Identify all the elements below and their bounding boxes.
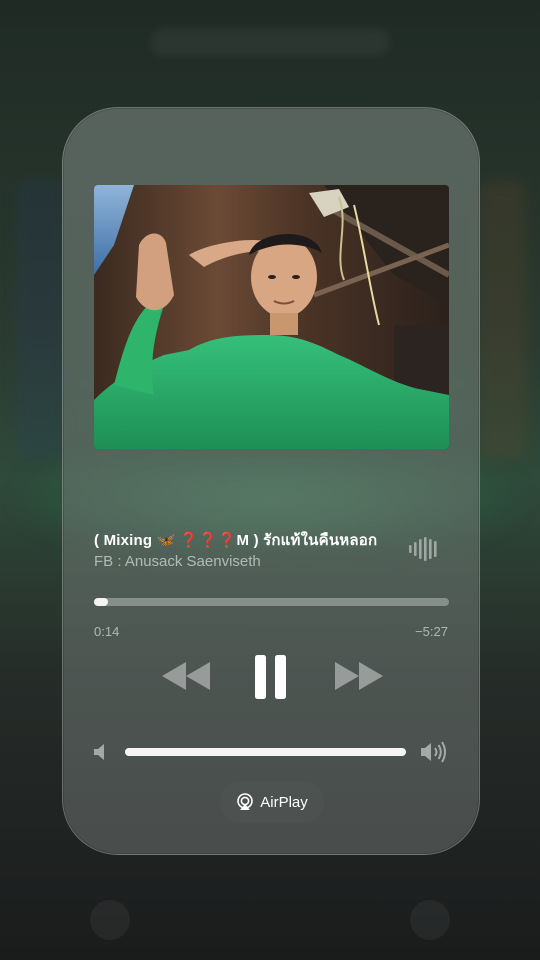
track-title-row: ( Mixing 🦋 ❓❓❓M ) รักแท้ในคืนหลอก: [94, 528, 394, 550]
airplay-label: AirPlay: [260, 793, 308, 811]
background-blurred-tile-right: [478, 180, 526, 460]
album-artwork: [94, 185, 449, 449]
time-elapsed: 0:14: [94, 624, 120, 639]
audio-waveform-icon: [408, 536, 440, 562]
time-remaining: −5:27: [415, 624, 448, 639]
playback-progress-fill: [94, 598, 109, 606]
volume-high-icon: [420, 740, 448, 764]
now-playing-card: ( Mixing 🦋 ❓❓❓M ) รักแท้ในคืนหลอก FB : A…: [62, 107, 480, 855]
background-blurred-tile-left: [16, 180, 64, 460]
pause-button[interactable]: [249, 652, 293, 702]
background-blurred-dock: [90, 900, 450, 940]
rewind-icon: [162, 662, 210, 690]
rewind-button[interactable]: [160, 656, 214, 696]
volume-slider[interactable]: [125, 748, 406, 756]
fast-forward-button[interactable]: [331, 656, 385, 696]
track-title: ( Mixing 🦋 ❓❓❓M ) รักแท้ในคืนหลอก: [94, 532, 378, 549]
airplay-button[interactable]: AirPlay: [220, 781, 324, 823]
pause-icon: [255, 655, 286, 699]
volume-slider-fill: [125, 748, 406, 756]
playback-scrubber[interactable]: [94, 598, 449, 606]
background-blurred-header: [150, 28, 390, 56]
volume-low-icon: [93, 743, 109, 761]
fast-forward-icon: [335, 662, 383, 690]
track-artist: FB : Anusack Saenviseth: [94, 553, 261, 570]
airplay-icon: [237, 793, 254, 810]
